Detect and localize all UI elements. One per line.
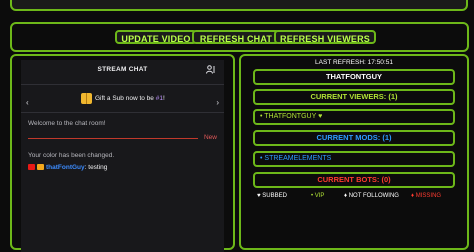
banner-divider (21, 112, 224, 113)
stream-chat-embed: STREAM CHAT ‹ Gift a Sub now to be #1! ›… (21, 60, 224, 252)
chat-message-text: testing (86, 164, 108, 171)
current-viewers-header: CURRENT VIEWERS: (1) (253, 89, 455, 105)
new-messages-label: New (203, 134, 217, 141)
chat-panel: STREAM CHAT ‹ Gift a Sub now to be #1! ›… (10, 54, 235, 252)
chat-username[interactable]: thatFontGuy (46, 164, 85, 171)
viewer-list-item[interactable]: • THATFONTGUY ♥ (253, 109, 455, 125)
users-icon[interactable] (206, 65, 216, 74)
system-message: Your color has been changed. (28, 152, 115, 159)
legend-not-following: ♦ NOT FOLLOWING (344, 193, 399, 199)
gift-suffix: ! (162, 95, 165, 102)
control-button-bar: UPDATE VIDEO REFRESH CHAT REFRESH VIEWER… (10, 22, 469, 52)
current-bots-header: CURRENT BOTS: (0) (253, 172, 455, 188)
gift-sub-banner[interactable]: Gift a Sub now to be #1! (81, 91, 165, 107)
gift-icon (81, 92, 92, 104)
last-refresh: LAST REFRESH: 17:50:51 (241, 59, 467, 66)
last-refresh-time: 17:50:51 (367, 59, 393, 66)
gift-rank: #1 (155, 95, 163, 102)
broadcaster-badge-icon (28, 164, 35, 171)
last-refresh-label: LAST REFRESH: (315, 59, 366, 66)
legend-vip: • VIP (311, 193, 325, 199)
mod-list-item[interactable]: • STREAMELEMENTS (253, 151, 455, 167)
refresh-chat-button[interactable]: REFRESH CHAT (192, 30, 280, 44)
update-video-button[interactable]: UPDATE VIDEO (115, 30, 197, 44)
chevron-left-icon[interactable]: ‹ (26, 98, 29, 107)
chat-message: thatFontGuy: testing (28, 164, 107, 171)
channel-name-box: THATFONTGUY (253, 69, 455, 85)
chevron-right-icon[interactable]: › (216, 98, 219, 107)
viewers-panel: LAST REFRESH: 17:50:51 THATFONTGUY CURRE… (239, 54, 469, 250)
refresh-viewers-button[interactable]: REFRESH VIEWERS (274, 30, 376, 44)
sub-badge-icon (37, 164, 44, 171)
gift-text: Gift a Sub now to be (95, 95, 156, 102)
current-mods-header: CURRENT MODS: (1) (253, 130, 455, 146)
legend-missing: ♦ MISSING (411, 193, 442, 199)
chat-header-divider (21, 84, 224, 85)
legend-subbed: ♥ SUBBED (257, 193, 287, 199)
new-messages-divider (28, 138, 198, 139)
video-frame (10, 0, 468, 11)
chat-title: STREAM CHAT (97, 66, 148, 73)
welcome-message: Welcome to the chat room! (28, 120, 106, 127)
